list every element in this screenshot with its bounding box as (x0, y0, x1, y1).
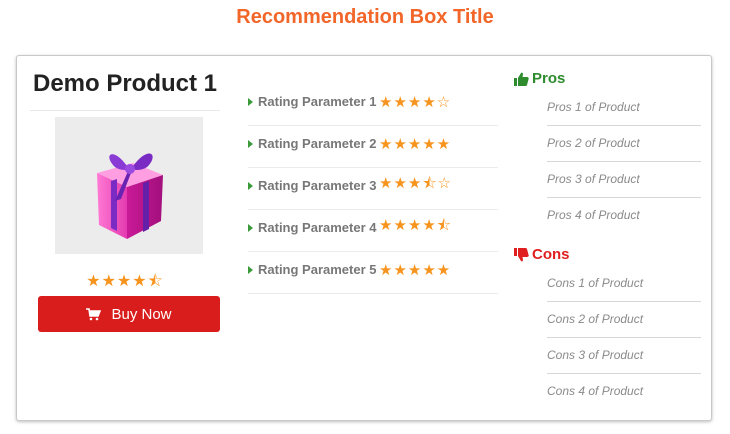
product-rating-stars: ★★★★⯪ (86, 273, 164, 290)
product-column: Demo Product 1 ★★★★⯪ Buy Now (30, 56, 220, 420)
rating-label: Rating Parameter 2 (258, 136, 377, 151)
cons-item: Cons 1 of Product (547, 266, 701, 302)
recommendation-box: Demo Product 1 ★★★★⯪ Buy Now Rating Para… (16, 55, 712, 421)
cons-list: Cons 1 of Product Cons 2 of Product Cons… (547, 266, 701, 409)
cons-heading: Cons (514, 246, 570, 263)
pros-item: Pros 1 of Product (547, 90, 701, 126)
caret-right-icon (248, 223, 253, 232)
cart-icon (86, 307, 102, 320)
gift-box-icon (55, 117, 203, 254)
rating-label: Rating Parameter 4 (258, 220, 377, 235)
caret-right-icon (248, 97, 253, 106)
pros-list: Pros 1 of Product Pros 2 of Product Pros… (547, 90, 701, 233)
pros-heading: Pros (514, 70, 565, 87)
rating-stars: ★★★★☆ (379, 93, 452, 111)
pros-heading-label: Pros (532, 70, 566, 87)
pros-item: Pros 3 of Product (547, 162, 701, 198)
rating-stars: ★★★⯪☆ (379, 175, 452, 192)
caret-right-icon (248, 181, 253, 190)
cons-item: Cons 4 of Product (547, 384, 644, 398)
ratings-column: Rating Parameter 1 ★★★★☆ Rating Paramete… (248, 84, 498, 294)
title-divider (30, 110, 220, 111)
rating-label: Rating Parameter 1 (258, 94, 377, 109)
rating-row: Rating Parameter 3 ★★★⯪☆ (248, 168, 498, 210)
cons-item: Cons 2 of Product (547, 302, 701, 338)
thumbs-up-icon (514, 72, 529, 86)
rating-row: Rating Parameter 5 ★★★★★ (248, 252, 498, 294)
rating-stars: ★★★★★ (379, 261, 452, 279)
rating-row: Rating Parameter 2 ★★★★★ (248, 126, 498, 168)
cons-heading-label: Cons (532, 246, 570, 263)
caret-right-icon (248, 265, 253, 274)
rating-label: Rating Parameter 3 (258, 178, 377, 193)
buy-now-button[interactable]: Buy Now (38, 296, 220, 332)
page-title: Recommendation Box Title (236, 6, 494, 28)
thumbs-down-icon (514, 247, 529, 261)
buy-now-label: Buy Now (111, 305, 172, 323)
caret-right-icon (248, 139, 253, 148)
pros-item: Pros 2 of Product (547, 126, 701, 162)
cons-item: Cons 3 of Product (547, 338, 701, 374)
rating-stars: ★★★★★ (379, 135, 452, 153)
rating-label: Rating Parameter 5 (258, 262, 377, 277)
product-title: Demo Product 1 (32, 70, 218, 97)
rating-stars: ★★★★⯪ (379, 217, 452, 234)
rating-row: Rating Parameter 4 ★★★★⯪ (248, 210, 498, 252)
rating-row: Rating Parameter 1 ★★★★☆ (248, 84, 498, 126)
pros-item: Pros 4 of Product (547, 208, 640, 222)
